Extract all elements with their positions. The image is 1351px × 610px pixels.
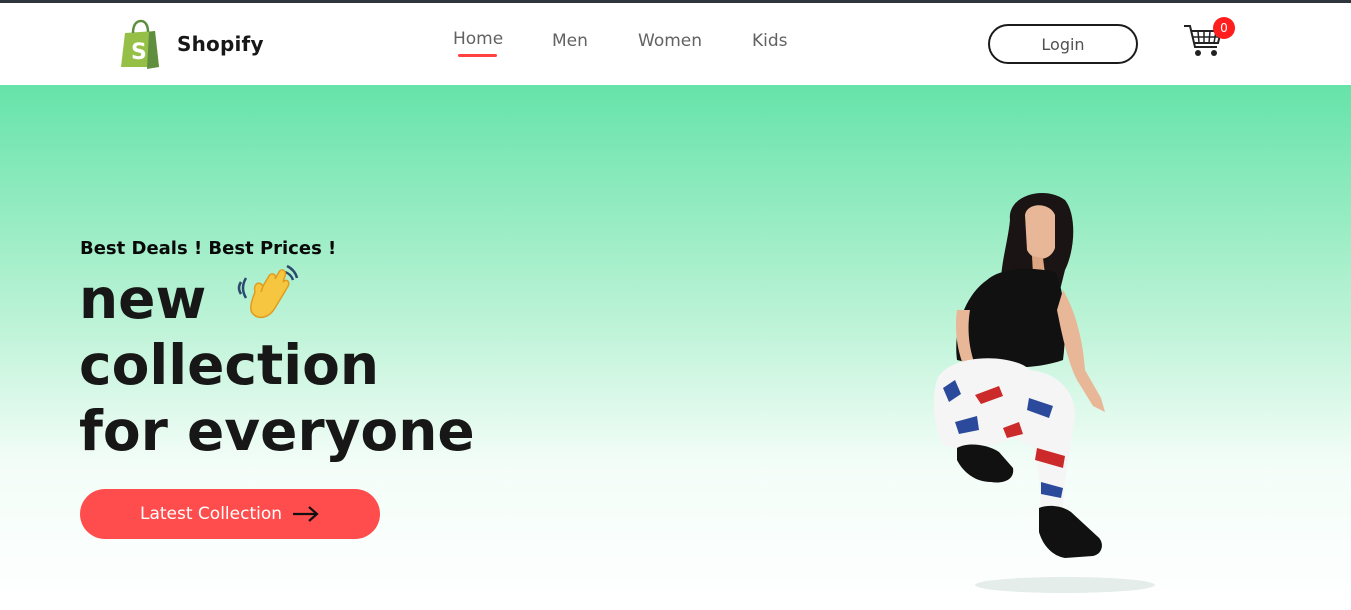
login-button[interactable]: Login — [988, 24, 1138, 64]
nav-item-label: Home — [453, 29, 504, 49]
nav-item-label: Women — [638, 31, 703, 51]
arrow-right-icon — [293, 506, 319, 522]
headline-line-1: new — [79, 262, 475, 332]
hero-tagline: Best Deals ! Best Prices ! — [80, 238, 337, 259]
hero-section: Best Deals ! Best Prices ! new collectio… — [0, 85, 1351, 610]
logo[interactable]: S Shopify — [119, 19, 264, 69]
svg-text:S: S — [131, 40, 147, 65]
headline-line-2: collection — [79, 333, 380, 397]
headline-line-3: for everyone — [79, 399, 475, 463]
navbar: S Shopify Home Men Women Kids Login 0 — [0, 3, 1351, 85]
active-nav-underline — [458, 54, 497, 57]
nav-item-home[interactable]: Home — [453, 29, 504, 57]
shopping-bag-icon: S — [121, 19, 159, 69]
nav-item-label: Kids — [752, 31, 788, 51]
cta-label: Latest Collection — [139, 504, 283, 524]
nav-item-men[interactable]: Men — [552, 31, 588, 51]
nav-item-label: Men — [552, 31, 588, 51]
cart-count-badge: 0 — [1213, 17, 1235, 39]
waving-hand-icon — [238, 264, 299, 319]
headline-text: new — [79, 267, 207, 331]
latest-collection-button[interactable]: Latest Collection — [80, 489, 380, 539]
nav-item-kids[interactable]: Kids — [752, 31, 788, 51]
nav-item-women[interactable]: Women — [638, 31, 702, 51]
brand-name: Shopify — [177, 32, 264, 56]
hero-headline: new collection for everyone — [79, 262, 475, 464]
hero-model-image — [933, 192, 1155, 593]
